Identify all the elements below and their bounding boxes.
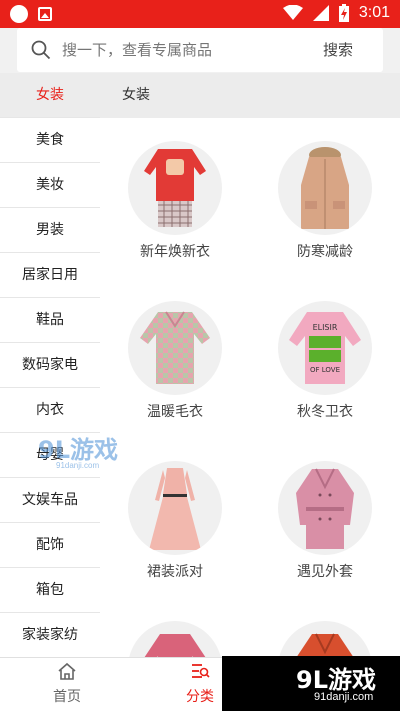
orange-coat-image — [278, 621, 372, 657]
watermark-badge-url: 91danji.com — [314, 691, 374, 703]
subcategory-tile[interactable]: 新年焕新衣 — [120, 141, 230, 261]
subcategory-label: 秋冬卫衣 — [297, 404, 353, 420]
nav-home[interactable]: 首页 — [27, 662, 107, 706]
sweatshirt-print-bottom: OF LOVE — [310, 366, 340, 374]
subcategory-tile[interactable]: 裙装派对 — [120, 461, 230, 581]
category-sidebar: 女装 美食 美妆 男装 居家日用 鞋品 数码家电 内衣 母婴 文娱车品 配饰 箱… — [0, 73, 100, 658]
pink-trench-image — [278, 461, 372, 555]
watermark-logo-text: 9L游戏 — [38, 436, 118, 464]
tan-parka-image — [278, 141, 372, 235]
circle-icon — [10, 5, 28, 23]
sidebar-item-underwear[interactable]: 内衣 — [0, 388, 100, 433]
pink-dress-image — [128, 461, 222, 555]
sidebar-item-electronics[interactable]: 数码家电 — [0, 343, 100, 388]
sidebar-item-beauty[interactable]: 美妆 — [0, 163, 100, 208]
sidebar-item-entertainment-auto[interactable]: 文娱车品 — [0, 478, 100, 523]
red-sweater-image — [128, 141, 222, 235]
subcategory-tile[interactable]: ELISIR OF LOVE 秋冬卫衣 — [270, 301, 380, 421]
subcategory-tile[interactable] — [120, 621, 230, 657]
category-header: 女装 — [100, 73, 400, 118]
clock: 3:01 — [358, 4, 390, 21]
sidebar-item-shoes[interactable]: 鞋品 — [0, 298, 100, 343]
subcategory-label: 遇见外套 — [297, 564, 353, 580]
sidebar-item-womens[interactable]: 女装 — [0, 73, 100, 118]
search-button[interactable]: 搜索 — [323, 28, 353, 72]
subcategory-tile[interactable]: 温暖毛衣 — [120, 301, 230, 421]
wifi-icon — [282, 5, 303, 20]
category-content: 女装 新年焕新衣 防寒减龄 温暖毛衣 ELISIR OF LOVE 秋冬卫衣 裙… — [100, 73, 400, 657]
signal-icon — [312, 5, 329, 21]
search-bar-container: 搜索 — [0, 28, 400, 73]
sidebar-item-food[interactable]: 美食 — [0, 118, 100, 163]
subcategory-label: 温暖毛衣 — [147, 404, 203, 420]
search-icon — [31, 40, 51, 60]
watermark-badge: 9L游戏 91danji.com — [222, 656, 400, 711]
subcategory-label: 新年焕新衣 — [140, 244, 210, 260]
sidebar-item-home-textiles[interactable]: 家装家纺 — [0, 613, 100, 658]
sidebar-item-accessories[interactable]: 配饰 — [0, 523, 100, 568]
search-input[interactable] — [62, 28, 302, 72]
nav-home-label: 首页 — [53, 689, 81, 705]
battery-charging-icon — [338, 4, 349, 22]
subcategory-label: 防寒减龄 — [297, 244, 353, 260]
pink-sweatshirt-image: ELISIR OF LOVE — [278, 301, 372, 395]
watermark-logo-center: 9L游戏 91danji.com — [36, 430, 136, 474]
subcategory-label: 裙装派对 — [147, 564, 203, 580]
search-box[interactable]: 搜索 — [17, 28, 383, 72]
subcategory-tile[interactable]: 防寒减龄 — [270, 141, 380, 261]
sidebar-item-mens[interactable]: 男装 — [0, 208, 100, 253]
watermark-url-text: 91danji.com — [56, 461, 99, 470]
status-bar: 3:01 — [0, 0, 400, 28]
subcategory-tile[interactable] — [270, 621, 380, 657]
watermark-badge-logo: 9L游戏 — [296, 666, 376, 694]
category-icon — [192, 664, 210, 678]
sweatshirt-print-top: ELISIR — [313, 323, 338, 332]
gallery-icon — [38, 7, 52, 21]
pink-top-image — [128, 621, 222, 657]
home-icon — [58, 662, 76, 680]
sidebar-item-bags[interactable]: 箱包 — [0, 568, 100, 613]
pink-sweater-image — [128, 301, 222, 395]
subcategory-tile[interactable]: 遇见外套 — [270, 461, 380, 581]
sidebar-item-home-goods[interactable]: 居家日用 — [0, 253, 100, 298]
